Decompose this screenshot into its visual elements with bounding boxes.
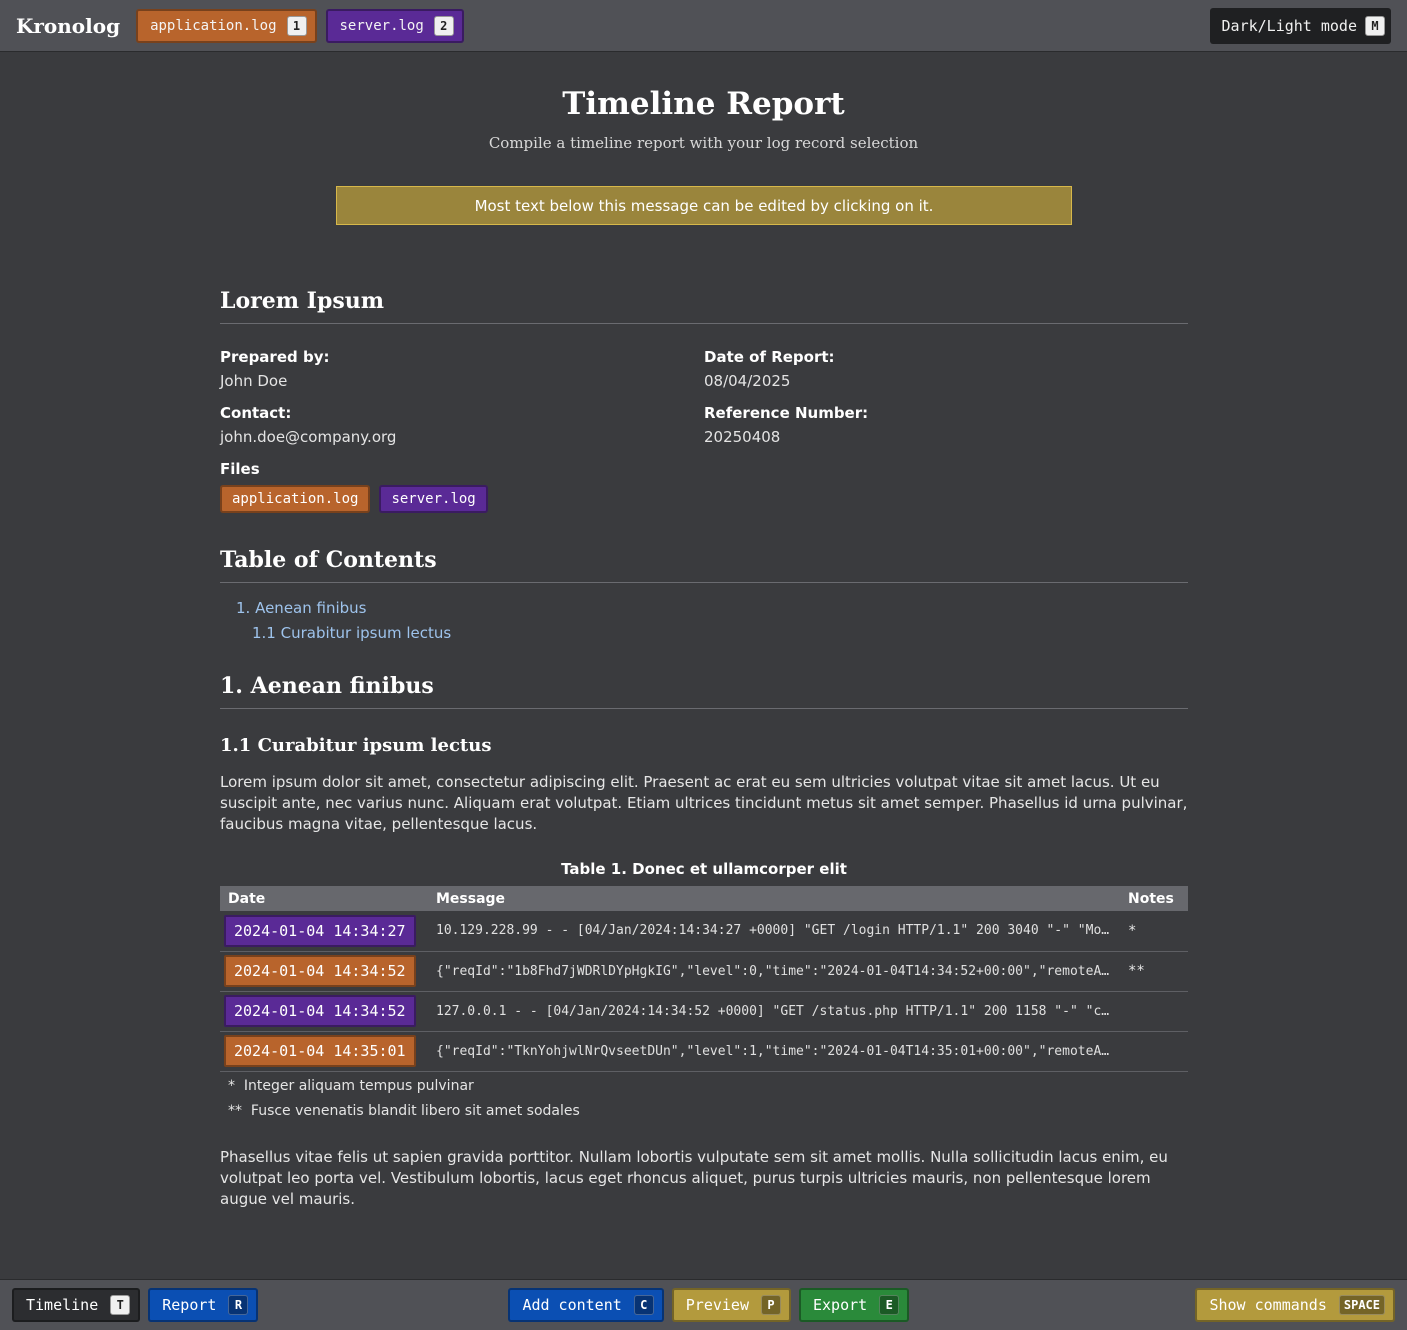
column-header-notes: Notes: [1120, 886, 1188, 911]
button-label: Timeline: [26, 1296, 99, 1314]
footnote[interactable]: * Integer aliquam tempus pulvinar: [220, 1078, 1188, 1094]
prepared-by-label: Prepared by:: [220, 348, 330, 366]
dark-light-mode-button[interactable]: Dark/Light mode M: [1209, 7, 1391, 44]
shortcut-key: R: [228, 1295, 249, 1315]
subsection-heading[interactable]: 1.1 Curabitur ipsum lectus: [220, 735, 1188, 756]
footnote-text: Fusce venenatis blandit libero sit amet …: [250, 1102, 580, 1119]
note-cell[interactable]: [1120, 1031, 1188, 1072]
prepared-by-value[interactable]: John Doe: [220, 372, 704, 390]
table-row[interactable]: 2024-01-04 14:35:01 {"reqId":"TknYohjwlN…: [220, 1031, 1188, 1072]
timestamp-badge[interactable]: 2024-01-04 14:34:52: [224, 995, 416, 1027]
file-tab-server-log[interactable]: server.log 2: [325, 8, 464, 43]
shortcut-key: SPACE: [1338, 1295, 1385, 1315]
shortcut-key: T: [110, 1295, 131, 1315]
file-chip-server-log: server.log: [379, 485, 488, 513]
export-button[interactable]: Export E: [799, 1288, 910, 1322]
preview-button[interactable]: Preview P: [671, 1288, 791, 1322]
show-commands-button[interactable]: Show commands SPACE: [1195, 1288, 1395, 1322]
contact-value[interactable]: john.doe@company.org: [220, 428, 704, 446]
mode-label: Dark/Light mode: [1221, 16, 1357, 35]
report-title[interactable]: Lorem Ipsum: [220, 288, 1188, 324]
shortcut-key: C: [633, 1295, 654, 1315]
toc-title[interactable]: Table of Contents: [220, 547, 1188, 583]
shortcut-key: 1: [286, 15, 307, 36]
add-content-button[interactable]: Add content C: [508, 1288, 664, 1322]
date-label: Date of Report:: [704, 348, 835, 366]
paragraph[interactable]: Phasellus vitae felis ut sapien gravida …: [220, 1147, 1188, 1210]
files-label: Files: [220, 460, 260, 478]
date-value[interactable]: 08/04/2025: [704, 372, 1188, 390]
table-caption[interactable]: Table 1. Donec et ullamcorper elit: [220, 860, 1188, 878]
table-row[interactable]: 2024-01-04 14:34:27 10.129.228.99 - - [0…: [220, 911, 1188, 952]
section-heading[interactable]: 1. Aenean finibus: [220, 673, 1188, 709]
column-header-date: Date: [220, 886, 428, 911]
report-header: Timeline Report Compile a timeline repor…: [0, 52, 1407, 152]
reference-value[interactable]: 20250408: [704, 428, 1188, 446]
log-message: 127.0.0.1 - - [04/Jan/2024:14:34:52 +000…: [428, 991, 1120, 1032]
note-cell[interactable]: **: [1120, 951, 1188, 992]
app-title: Kronolog: [16, 13, 121, 38]
footnote-text: Integer aliquam tempus pulvinar: [243, 1077, 474, 1094]
table-row[interactable]: 2024-01-04 14:34:52 127.0.0.1 - - [04/Ja…: [220, 991, 1188, 1032]
button-label: Report: [162, 1296, 217, 1314]
footnote[interactable]: ** Fusce venenatis blandit libero sit am…: [220, 1103, 1188, 1119]
report-meta: Prepared by: John Doe Date of Report: 08…: [220, 348, 1188, 513]
table-row[interactable]: 2024-01-04 14:34:52 {"reqId":"1b8Fhd7jWD…: [220, 951, 1188, 992]
shortcut-key: E: [879, 1295, 900, 1315]
file-tab-label: server.log: [339, 17, 424, 34]
log-message: 10.129.228.99 - - [04/Jan/2024:14:34:27 …: [428, 911, 1120, 952]
report-button[interactable]: Report R: [148, 1288, 259, 1322]
footnote-mark: *: [228, 1077, 235, 1094]
shortcut-key: P: [761, 1295, 781, 1315]
paragraph[interactable]: Lorem ipsum dolor sit amet, consectetur …: [220, 772, 1188, 835]
reference-label: Reference Number:: [704, 404, 869, 422]
button-label: Preview: [685, 1296, 749, 1314]
contact-label: Contact:: [220, 404, 292, 422]
timestamp-badge[interactable]: 2024-01-04 14:34:52: [224, 955, 416, 987]
log-message: {"reqId":"1b8Fhd7jWDRlDYpHgkIG","level":…: [428, 951, 1120, 992]
log-message: {"reqId":"TknYohjwlNrQvseetDUn","level":…: [428, 1031, 1120, 1072]
shortcut-key: 2: [433, 15, 454, 36]
edit-notice-banner: Most text below this message can be edit…: [336, 186, 1072, 225]
file-tab-label: application.log: [150, 17, 277, 34]
table-of-contents: 1. Aenean finibus 1.1 Curabitur ipsum le…: [220, 599, 1188, 642]
note-cell[interactable]: [1120, 991, 1188, 1032]
button-label: Add content: [522, 1296, 622, 1314]
button-label: Show commands: [1209, 1296, 1327, 1314]
timestamp-badge[interactable]: 2024-01-04 14:35:01: [224, 1035, 416, 1067]
page-title: Timeline Report: [562, 86, 845, 122]
column-header-message: Message: [428, 886, 1120, 911]
toc-item-section-1[interactable]: 1. Aenean finibus: [220, 599, 1188, 617]
timestamp-badge[interactable]: 2024-01-04 14:34:27: [224, 914, 416, 947]
bottom-bar: Timeline T Report R Add content C Previe…: [0, 1279, 1407, 1330]
toc-item-section-1-1[interactable]: 1.1 Curabitur ipsum lectus: [220, 624, 1188, 642]
log-table: Date Message Notes 2024-01-04 14:34:27 1…: [220, 886, 1188, 1072]
page-subtitle: Compile a timeline report with your log …: [488, 134, 919, 152]
file-tab-application-log[interactable]: application.log 1: [136, 8, 317, 43]
top-bar: Kronolog application.log 1 server.log 2 …: [0, 0, 1407, 52]
footnote-mark: **: [228, 1102, 242, 1119]
button-label: Export: [813, 1296, 868, 1314]
shortcut-key: M: [1365, 15, 1385, 36]
timeline-button[interactable]: Timeline T: [12, 1288, 141, 1322]
note-cell[interactable]: *: [1120, 911, 1188, 952]
file-chip-application-log: application.log: [220, 485, 371, 513]
